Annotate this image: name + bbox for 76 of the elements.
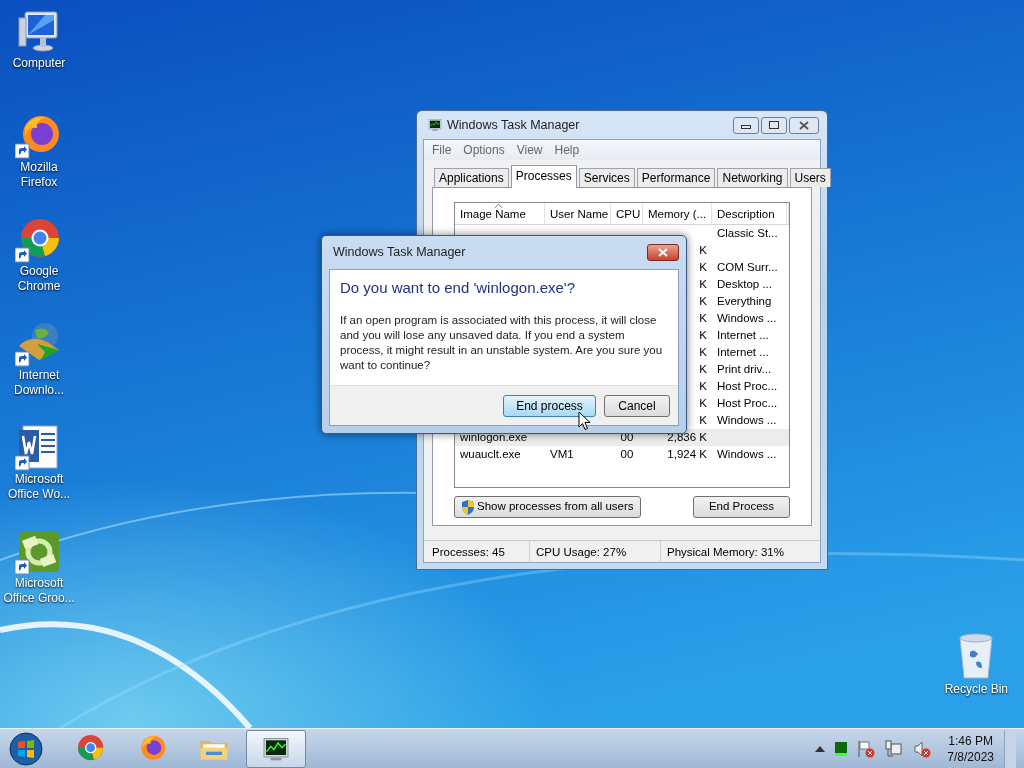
table-cell: K (699, 380, 707, 392)
column-header[interactable]: Description (712, 203, 787, 224)
start-orb-icon (8, 730, 44, 767)
table-cell: Windows ... (717, 312, 777, 324)
table-cell: Desktop ... (717, 278, 772, 290)
table-cell: K (699, 329, 707, 341)
table-cell: winlogon.exe (460, 431, 528, 443)
table-cell: K (699, 414, 707, 426)
dialog-button[interactable]: Cancel (604, 394, 670, 417)
table-cell: K (699, 346, 707, 358)
table-cell: COM Surr... (717, 261, 778, 273)
clock[interactable]: 1:46 PM 7/8/2023 (947, 732, 994, 765)
meter-icon[interactable] (835, 741, 848, 756)
dialog-heading: Do you want to end 'winlogon.exe'? (340, 278, 577, 298)
desktop-icon-label[interactable]: Microsoft Office Wo... (1, 472, 77, 502)
close-button[interactable] (647, 244, 679, 261)
menu-item[interactable]: Options (457, 141, 511, 159)
tab[interactable]: Services (578, 168, 635, 187)
column-header[interactable]: CPU (611, 203, 643, 224)
table-cell: wuauclt.exe (460, 448, 521, 460)
menu-item[interactable]: View (510, 141, 549, 159)
table-cell: Print driv... (717, 363, 772, 375)
table-cell: Classic St... (717, 227, 778, 239)
end-process-button[interactable]: End Process (693, 496, 790, 518)
start-button[interactable] (6, 729, 46, 768)
column-header[interactable]: Image Name (455, 203, 545, 224)
table-cell: Host Proc... (717, 397, 778, 409)
shield-icon (461, 499, 475, 515)
table-cell: Windows ... (717, 448, 777, 460)
table-cell: 1,924 K (667, 448, 707, 460)
table-cell: K (699, 295, 707, 307)
maximize-button[interactable] (761, 116, 787, 134)
speaker-icon[interactable] (913, 739, 932, 758)
show-all-processes-button[interactable]: Show processes from all users (454, 496, 641, 518)
monitor-icon (427, 117, 443, 133)
desktop-icon-label[interactable]: Computer (1, 56, 77, 71)
desktop-icon-label[interactable]: Mozilla Firefox (1, 160, 77, 190)
table-cell: K (699, 312, 707, 324)
close-icon (658, 248, 668, 257)
table-cell: K (699, 397, 707, 409)
table-cell: Internet ... (717, 346, 769, 358)
table-cell: Everything (717, 295, 772, 307)
minimize-button[interactable] (733, 116, 759, 134)
table-cell: Internet ... (717, 329, 769, 341)
tab[interactable]: Applications (434, 168, 509, 187)
desktop-icon-label[interactable]: Google Chrome (1, 264, 77, 294)
tab[interactable]: Users (789, 168, 831, 187)
desktop-icon-label[interactable]: Internet Downlo... (1, 368, 77, 398)
status-text: Physical Memory: 31% (666, 545, 784, 560)
table-cell: 00 (620, 448, 634, 460)
table-cell: Windows ... (717, 414, 777, 426)
menu-item[interactable]: File (426, 141, 458, 159)
tab[interactable]: Networking (717, 168, 788, 187)
table-cell: K (699, 261, 707, 273)
tab[interactable]: Performance (636, 168, 716, 187)
close-button[interactable] (789, 116, 819, 134)
table-cell: K (699, 244, 707, 256)
window-title: Windows Task Manager (447, 116, 580, 134)
column-header[interactable]: Memory (... (643, 203, 712, 224)
table-cell: Host Proc... (717, 380, 778, 392)
network-icon[interactable] (885, 739, 904, 758)
dialog-message: If an open program is associated with this process, it will close and you will lose any unsaved data. If you end a system process, it might result in an unstable system. Are you sure you want to continue? (340, 312, 664, 373)
tab[interactable]: Processes (510, 165, 577, 188)
flag-icon[interactable] (857, 739, 876, 758)
taskbar-button[interactable] (246, 729, 306, 768)
table-cell: K (699, 363, 707, 375)
column-header[interactable]: User Name (545, 203, 611, 224)
dialog-button[interactable]: End process (503, 394, 596, 417)
tray-expand-icon[interactable] (815, 745, 826, 752)
close-icon (799, 120, 809, 130)
status-text: Processes: 45 (424, 541, 530, 562)
dialog-title: Windows Task Manager (333, 244, 466, 262)
status-text: CPU Usage: 27% (530, 541, 661, 562)
table-cell: VM1 (550, 448, 574, 460)
menu-item[interactable]: Help (548, 141, 586, 159)
table-cell: K (699, 278, 707, 290)
